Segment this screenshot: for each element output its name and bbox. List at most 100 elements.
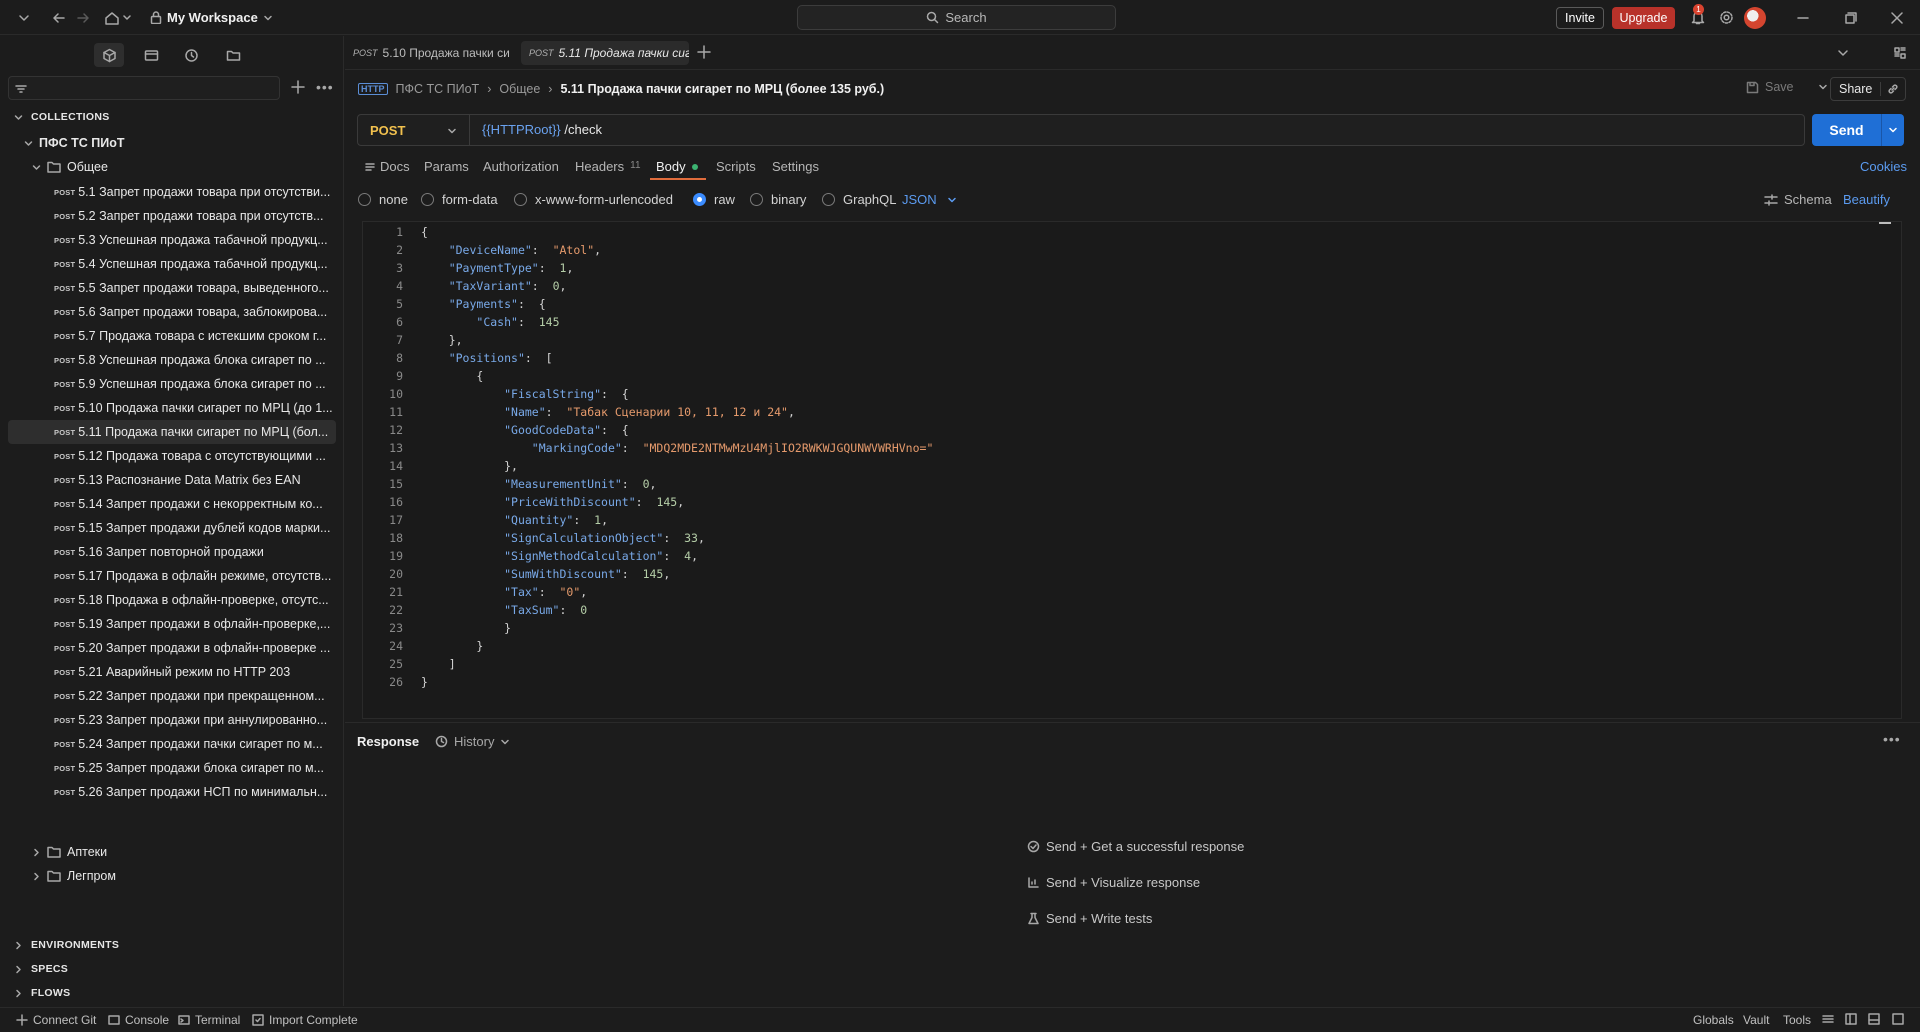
more-icon[interactable]: ••• — [316, 79, 334, 95]
request-title[interactable]: 5.11 Продажа пачки сигарет по МРЦ (более… — [560, 82, 884, 96]
radio-binary[interactable]: binary — [750, 192, 806, 207]
invite-button[interactable]: Invite — [1556, 7, 1604, 29]
environments-section[interactable]: ENVIRONMENTS — [14, 939, 119, 951]
tab-params[interactable]: Params — [424, 159, 469, 174]
scrollbar-thumb[interactable] — [1879, 222, 1891, 224]
send-button[interactable]: Send — [1812, 114, 1904, 146]
cookies-link[interactable]: Cookies — [1860, 159, 1907, 174]
request-item[interactable]: POST 5.23 Запрет продажи при аннулированн… — [8, 708, 338, 732]
request-item[interactable]: POST 5.12 Продажа товара с отсутствующими… — [8, 444, 338, 468]
history-dropdown[interactable]: History — [435, 734, 510, 749]
collection-item[interactable]: ПФС ТС ПИоТ — [8, 131, 338, 155]
collections-section[interactable]: COLLECTIONS — [14, 111, 110, 123]
request-item[interactable]: POST 5.24 Запрет продажи пачки сигарет по… — [8, 732, 338, 756]
hint-visualize-response[interactable]: Send + Visualize response — [1027, 875, 1200, 890]
console-button[interactable]: Console — [108, 1013, 169, 1027]
request-item[interactable]: POST 5.5 Запрет продажи товара, выведенно… — [8, 276, 338, 300]
restore-icon[interactable] — [1842, 8, 1860, 27]
breadcrumb-folder[interactable]: Общее — [499, 82, 540, 96]
request-item[interactable]: POST 5.17 Продажа в офлайн режиме, отсутс… — [8, 564, 338, 588]
request-item[interactable]: POST 5.7 Продажа товара с истекшим сроком… — [8, 324, 338, 348]
layout-full-icon[interactable] — [1892, 1013, 1904, 1025]
hint-write-tests[interactable]: Send + Write tests — [1027, 911, 1152, 926]
collections-icon[interactable] — [94, 43, 124, 67]
request-item[interactable]: POST 5.22 Запрет продажи при прекращенном… — [8, 684, 338, 708]
save-button[interactable]: Save — [1746, 80, 1828, 94]
tools-button[interactable]: Tools — [1783, 1013, 1811, 1027]
environments-icon[interactable] — [136, 43, 166, 67]
menu-chevron-icon[interactable] — [14, 8, 34, 27]
beautify-button[interactable]: Beautify — [1843, 192, 1890, 207]
request-item[interactable]: POST 5.13 Распознание Data Matrix без EAN — [8, 468, 338, 492]
folder-item[interactable]: Легпром — [8, 864, 338, 888]
tab-authorization[interactable]: Authorization — [483, 159, 559, 174]
request-item[interactable]: POST 5.3 Успешная продажа табачной продук… — [8, 228, 338, 252]
history-icon[interactable] — [176, 43, 206, 67]
method-select[interactable]: POST — [358, 115, 470, 145]
search-input[interactable]: Search — [797, 5, 1116, 30]
format-select[interactable]: JSON — [902, 192, 957, 207]
close-icon[interactable] — [1888, 8, 1906, 27]
layout-icon[interactable] — [1893, 46, 1907, 60]
radio-none[interactable]: none — [358, 192, 408, 207]
request-item[interactable]: POST 5.2 Запрет продажи товара при отсутс… — [8, 204, 338, 228]
radio-form-data[interactable]: form-data — [421, 192, 498, 207]
tabs-dropdown-icon[interactable] — [1837, 47, 1849, 59]
radio-raw[interactable]: raw — [693, 192, 735, 207]
upgrade-button[interactable]: Upgrade — [1612, 7, 1675, 29]
minimize-icon[interactable] — [1794, 8, 1812, 27]
share-button[interactable]: Share — [1830, 77, 1906, 101]
send-options-icon[interactable] — [1882, 114, 1904, 146]
tab-body[interactable]: Body — [656, 159, 698, 174]
forward-arrow-icon[interactable] — [74, 8, 92, 27]
tab-request-5-11[interactable]: POST 5.11 Продажа пачки сигарет — [521, 41, 689, 65]
request-item[interactable]: POST 5.25 Запрет продажи блока сигарет по… — [8, 756, 338, 780]
url-input[interactable]: {{HTTPRoot}} /check — [482, 122, 602, 137]
code-editor[interactable]: 1 {2 "DeviceName": "Atol", 3 "PaymentType"… — [362, 221, 1902, 719]
home-icon[interactable] — [102, 8, 136, 27]
request-item[interactable]: POST 5.11 Продажа пачки сигарет по МРЦ (б… — [8, 420, 336, 444]
layout-bottom-icon[interactable] — [1868, 1013, 1880, 1025]
folder-item[interactable]: Аптеки — [8, 840, 338, 864]
response-more-icon[interactable]: ••• — [1883, 731, 1901, 747]
settings-sliders-icon[interactable] — [1822, 1013, 1834, 1025]
tab-request-5-10[interactable]: POST 5.10 Продажа пачки сигарет — [345, 41, 509, 65]
terminal-button[interactable]: Terminal — [178, 1013, 240, 1027]
import-status[interactable]: Import Complete — [252, 1013, 358, 1027]
request-item[interactable]: POST 5.6 Запрет продажи товара, заблокиро… — [8, 300, 338, 324]
request-item[interactable]: POST 5.20 Запрет продажи в офлайн-проверк… — [8, 636, 338, 660]
request-item[interactable]: POST 5.1 Запрет продажи товара при отсутс… — [8, 180, 338, 204]
avatar[interactable] — [1744, 7, 1766, 29]
request-item[interactable]: POST 5.15 Запрет продажи дублей кодов мар… — [8, 516, 338, 540]
request-item[interactable]: POST 5.21 Аварийный режим по HTTP 203 — [8, 660, 338, 684]
folder-item[interactable]: Общее — [8, 155, 338, 179]
folder-icon[interactable] — [218, 43, 248, 67]
request-item[interactable]: POST 5.10 Продажа пачки сигарет по МРЦ (д… — [8, 396, 338, 420]
tab-settings[interactable]: Settings — [772, 159, 819, 174]
request-item[interactable]: POST 5.9 Успешная продажа блока сигарет п… — [8, 372, 338, 396]
request-item[interactable]: POST 5.4 Успешная продажа табачной продук… — [8, 252, 338, 276]
specs-section[interactable]: SPECS — [14, 963, 68, 975]
hint-successful-response[interactable]: Send + Get a successful response — [1027, 839, 1244, 854]
new-tab-icon[interactable] — [697, 45, 711, 59]
connect-git-button[interactable]: Connect Git — [16, 1013, 96, 1027]
schema-button[interactable]: Schema — [1764, 192, 1832, 207]
radio-graphql[interactable]: GraphQL — [822, 192, 896, 207]
back-arrow-icon[interactable] — [50, 8, 68, 27]
request-item[interactable]: POST 5.8 Успешная продажа блока сигарет п… — [8, 348, 338, 372]
layout-left-icon[interactable] — [1845, 1013, 1857, 1025]
request-item[interactable]: POST 5.26 Запрет продажи НСП по минимальн… — [8, 780, 338, 804]
vault-button[interactable]: Vault — [1743, 1013, 1769, 1027]
tab-headers[interactable]: Headers 11 — [575, 159, 641, 174]
breadcrumb-collection[interactable]: ПФС ТС ПИоТ — [396, 82, 480, 96]
globals-button[interactable]: Globals — [1693, 1013, 1734, 1027]
request-item[interactable]: POST 5.18 Продажа в офлайн-проверке, отсу… — [8, 588, 338, 612]
tab-docs[interactable]: Docs — [364, 159, 410, 174]
workspace-switcher[interactable]: My Workspace — [150, 8, 273, 27]
filter-input[interactable] — [8, 76, 280, 100]
flows-section[interactable]: FLOWS — [14, 987, 70, 999]
request-item[interactable]: POST 5.14 Запрет продажи с некорректным к… — [8, 492, 338, 516]
request-item[interactable]: POST 5.19 Запрет продажи в офлайн-проверк… — [8, 612, 338, 636]
tab-scripts[interactable]: Scripts — [716, 159, 756, 174]
gear-icon[interactable] — [1716, 8, 1736, 27]
